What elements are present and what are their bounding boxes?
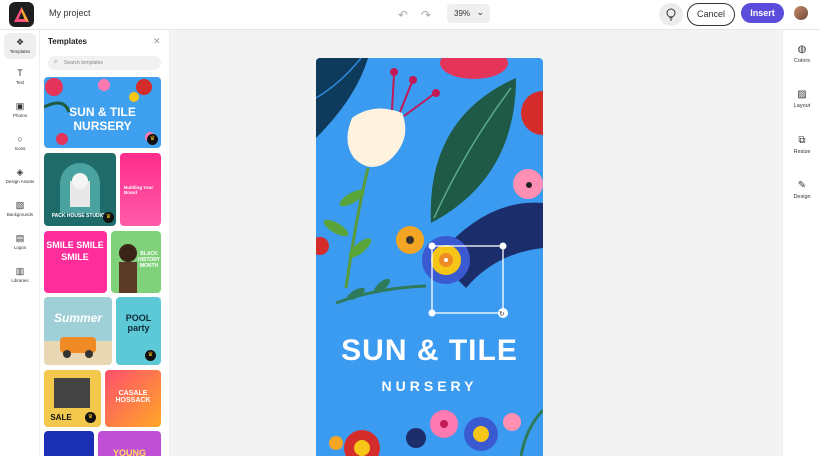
rail-label: Logos [13,245,27,250]
template-text: YOUNG [112,448,146,456]
rail-label: Backgrounds [6,212,34,217]
rail-label: Libraries [11,278,29,283]
search-input[interactable]: ⌕ Search templates [48,56,161,70]
selected-flower [422,236,470,284]
template-text: SMILE SMILE SMILE [46,240,104,262]
resize-icon: ⧉ [798,135,806,146]
templates-icon: ❖ [15,37,25,47]
rail-label: Colors [794,58,810,64]
magic-wand-icon: ✎ [797,180,807,191]
template-text: BLACK HISTORY MONTH [138,251,160,269]
rail-item-colors[interactable]: ◍ Colors [783,44,820,64]
zoom-value: 39% [454,9,471,18]
template-thumbnail[interactable]: CASALE HOSSACK [105,370,161,427]
crown-icon: ♛ [147,134,158,145]
template-text: SUN & TILE NURSERY [69,105,136,133]
rail-item-logos[interactable]: ▤ Logos [0,233,40,250]
template-text: SALE [50,413,72,422]
right-rail: ◍ Colors ▨ Layout ⧉ Resize ✎ Design [782,30,820,456]
template-text: POOL party [125,313,152,333]
rail-label: Photos [12,113,27,118]
undo-icon[interactable]: ↶ [398,8,408,22]
canvas-subline[interactable]: NURSERY [316,378,543,394]
rail-item-photos[interactable]: ▣ Photos [0,101,40,118]
template-thumbnail[interactable]: PACK HOUSE STUDIOS ♛ [44,153,116,226]
template-thumbnail[interactable]: SUN & TILE NURSERY ♛ [44,77,161,148]
rail-label: Design [793,194,811,200]
rail-label: Design Assets [5,179,35,184]
cancel-button[interactable]: Cancel [687,3,735,26]
app-logo[interactable] [9,2,34,27]
text-icon: T [17,68,23,78]
svg-text:↻: ↻ [499,310,505,318]
rail-label: Layout [793,103,811,109]
crown-icon: ♛ [145,350,156,361]
layout-icon: ▨ [797,89,807,100]
zoom-dropdown[interactable]: 39% ⌄ [447,4,490,23]
canvas-headline[interactable]: SUN & TILE [316,334,543,368]
floral-artwork: ↻ [316,58,543,456]
template-text: Summer [53,311,103,325]
template-thumbnail[interactable]: Building Your Brand [120,153,161,226]
lightbulb-icon [666,8,676,21]
chevron-down-icon: ⌄ [476,7,484,17]
project-title[interactable]: My project [49,8,91,18]
palette-icon: ◍ [797,44,807,55]
template-thumbnail[interactable]: Summer [44,297,112,365]
template-text: Building Your Brand [124,185,154,195]
top-bar: My project ↶ ↷ 39% ⌄ Cancel Insert [0,0,820,30]
template-thumbnail[interactable] [44,431,94,456]
left-rail: ❖ Templates T Text ▣ Photos ○ Icons ◈ De… [0,30,40,456]
backgrounds-icon: ▧ [15,200,25,210]
user-avatar[interactable] [794,6,808,20]
template-thumbnail[interactable]: SALE ♛ [44,370,101,427]
crown-icon: ♛ [103,212,114,223]
rail-item-templates[interactable]: ❖ Templates [4,33,36,59]
templates-panel: Templates ✕ ⌕ Search templates SUN & TIL… [40,30,170,456]
rail-label: Resize [793,149,811,155]
design-assets-icon: ◈ [16,167,24,177]
template-thumbnail[interactable]: POOL party ♛ [116,297,161,365]
rail-item-icons[interactable]: ○ Icons [0,134,40,151]
template-text: CASALE HOSSACK [115,390,151,404]
redo-icon[interactable]: ↷ [421,8,431,22]
libraries-icon: ▥ [15,266,25,276]
rail-item-backgrounds[interactable]: ▧ Backgrounds [0,200,40,217]
search-icon: ⌕ [54,59,58,65]
rail-label: Text [15,80,25,85]
rail-label: Templates [9,49,31,54]
rail-item-text[interactable]: T Text [0,68,40,85]
rail-label: Icons [14,146,26,151]
logos-icon: ▤ [15,233,25,243]
rail-item-design-assets[interactable]: ◈ Design Assets [0,167,40,184]
panel-title: Templates [48,37,87,46]
template-thumbnail[interactable]: BLACK HISTORY MONTH [111,231,161,293]
template-thumbnail[interactable]: YOUNG [98,431,161,456]
rail-item-layout[interactable]: ▨ Layout [783,89,820,109]
design-canvas[interactable]: ↻ SUN & TILE NURSERY [316,58,543,456]
close-icon[interactable]: ✕ [153,36,161,47]
lightbulb-button[interactable] [659,3,683,26]
insert-button[interactable]: Insert [741,3,784,23]
crown-icon: ♛ [85,412,96,423]
icons-icon: ○ [17,134,23,144]
rail-item-design[interactable]: ✎ Design [783,180,820,200]
search-placeholder: Search templates [64,60,103,66]
template-thumbnail[interactable]: SMILE SMILE SMILE [44,231,107,293]
photos-icon: ▣ [15,101,25,111]
rail-item-resize[interactable]: ⧉ Resize [783,135,820,155]
rail-item-libraries[interactable]: ▥ Libraries [0,266,40,283]
